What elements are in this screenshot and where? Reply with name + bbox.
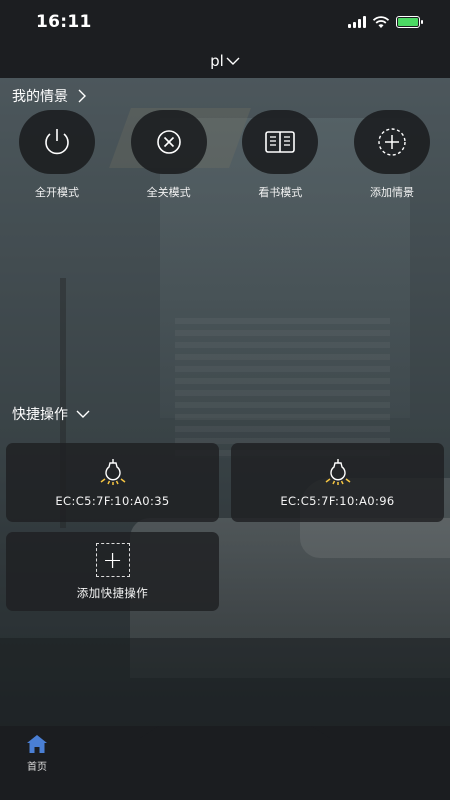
device-label: EC:C5:7F:10:A0:35 (55, 493, 170, 508)
power-icon (45, 129, 69, 155)
scene-all-off[interactable]: 全关模式 (130, 110, 208, 200)
light-bulb-icon (100, 458, 125, 485)
scene-button[interactable] (19, 110, 95, 174)
status-bar: 16:11 (0, 0, 450, 44)
chevron-down-icon (226, 57, 240, 65)
scene-button[interactable] (242, 110, 319, 174)
device-card[interactable]: EC:C5:7F:10:A0:35 (6, 443, 219, 522)
scene-add[interactable]: 添加情景 (353, 110, 431, 200)
scenes-row: 全开模式 全关模式 看书模式 添加情景 (0, 110, 450, 200)
scene-all-on[interactable]: 全开模式 (18, 110, 96, 200)
nav-home[interactable]: 首页 (26, 734, 48, 773)
scene-button[interactable] (130, 110, 207, 174)
scene-label: 全关模式 (146, 186, 191, 199)
scene-label: 全开模式 (35, 186, 79, 199)
close-circle-icon (156, 130, 181, 154)
book-icon (265, 131, 296, 153)
header: pl (0, 44, 450, 78)
scene-label: 看书模式 (258, 186, 303, 199)
light-bulb-icon (325, 458, 350, 485)
add-quick-action-label: 添加快捷操作 (76, 585, 149, 600)
home-selector[interactable]: pl (210, 52, 240, 70)
home-icon (27, 735, 47, 753)
quick-title: 快捷操作 (12, 407, 68, 423)
scenes-title: 我的情景 (12, 89, 68, 105)
scene-reading[interactable]: 看书模式 (241, 110, 319, 200)
quick-section-title[interactable]: 快捷操作 (12, 404, 90, 424)
scene-button[interactable] (353, 110, 430, 174)
device-card[interactable]: EC:C5:7F:10:A0:96 (231, 443, 444, 522)
wifi-icon (372, 15, 390, 28)
device-label: EC:C5:7F:10:A0:96 (280, 493, 395, 508)
signal-icon (348, 16, 366, 28)
battery-icon (396, 16, 423, 28)
add-quick-action-card[interactable]: + 添加快捷操作 (6, 532, 219, 611)
add-icon: + (95, 542, 130, 577)
status-time: 16:11 (36, 12, 92, 32)
bottom-nav: 首页 (0, 726, 450, 800)
chevron-down-icon (76, 410, 90, 418)
status-icons (348, 15, 423, 29)
home-name: pl (210, 52, 224, 70)
scene-label: 添加情景 (369, 186, 414, 199)
scenes-section-title[interactable]: 我的情景 (12, 86, 88, 106)
add-circle-icon (378, 128, 406, 156)
chevron-right-icon (78, 89, 86, 103)
nav-home-label: 首页 (27, 762, 47, 773)
